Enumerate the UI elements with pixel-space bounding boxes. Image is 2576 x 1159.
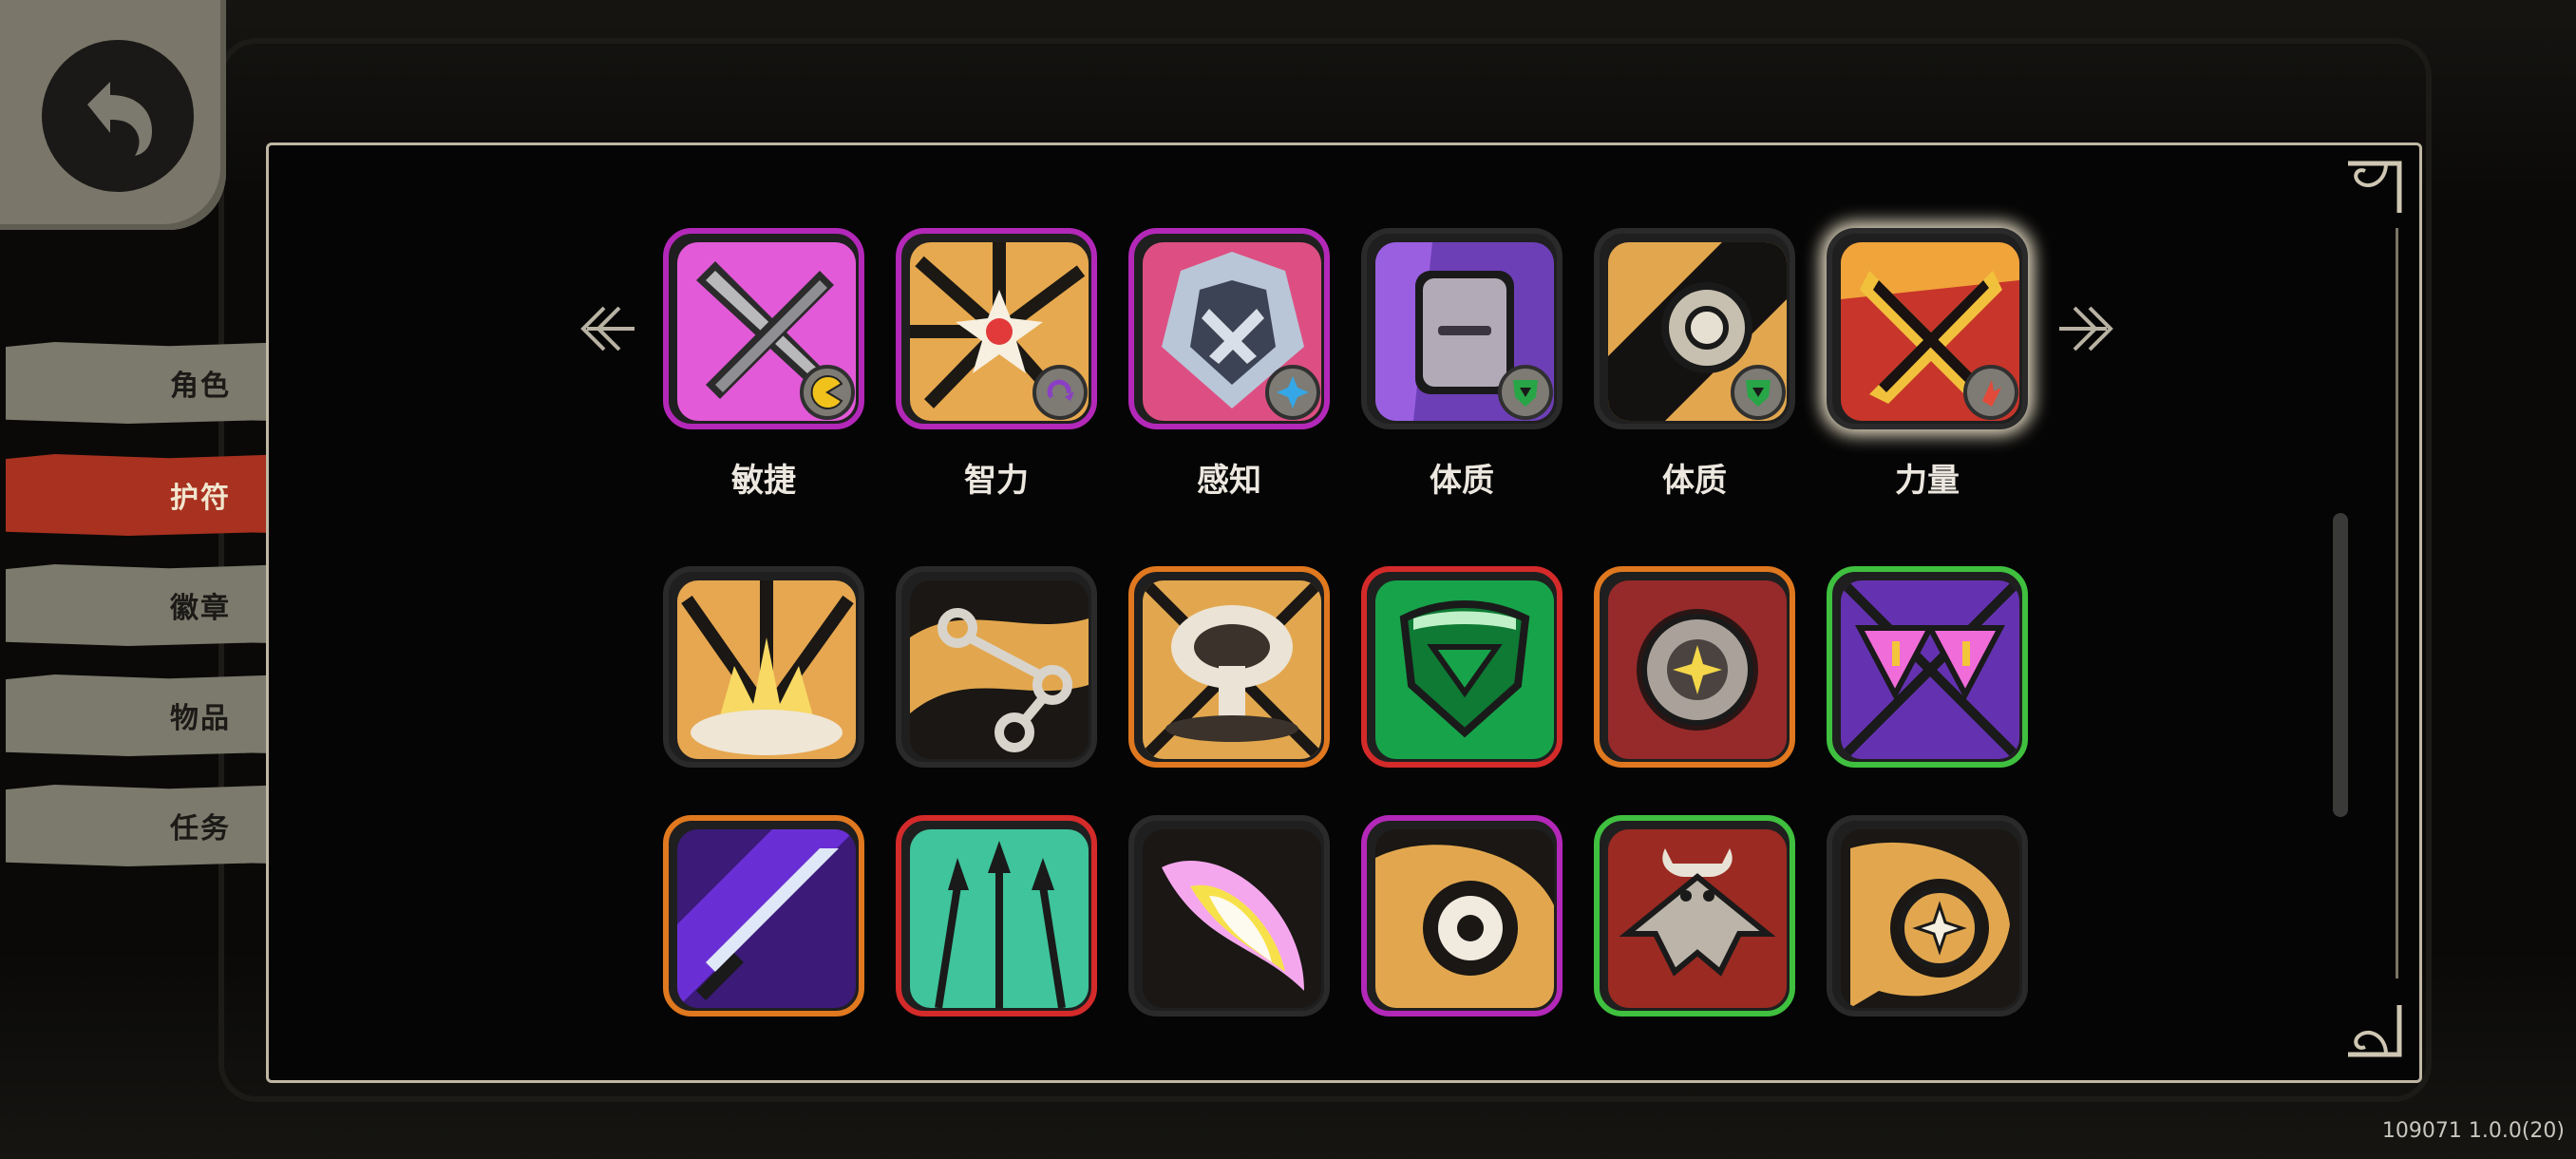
charm-slot[interactable] bbox=[896, 815, 1097, 1016]
charm-label: 力量 bbox=[1895, 462, 1960, 500]
spear-volley-icon bbox=[910, 829, 1089, 1008]
tab-label: 护符 bbox=[170, 482, 231, 515]
star-vortex-icon bbox=[1841, 829, 2019, 1008]
star-badge-icon bbox=[1265, 365, 1320, 420]
charm-constitution[interactable] bbox=[1361, 228, 1563, 429]
chain-link-icon bbox=[910, 580, 1089, 759]
scrollbar[interactable] bbox=[2333, 513, 2348, 817]
charm-slot[interactable] bbox=[1594, 566, 1795, 768]
shield-badge-icon bbox=[1498, 365, 1553, 420]
corner-ornament bbox=[2348, 161, 2402, 213]
corner-ornament bbox=[2348, 1005, 2402, 1057]
charm-label: 体质 bbox=[1430, 462, 1494, 500]
version-label: 109071 1.0.0(20) bbox=[2381, 1119, 2565, 1143]
charm-slot[interactable] bbox=[1827, 566, 2028, 768]
charm-slot[interactable] bbox=[1594, 815, 1795, 1016]
tab-label: 物品 bbox=[170, 702, 231, 735]
back-button[interactable] bbox=[0, 0, 226, 230]
charm-constitution-2[interactable] bbox=[1594, 228, 1795, 429]
back-arrow-icon bbox=[42, 40, 194, 192]
charm-slot[interactable] bbox=[1128, 566, 1330, 768]
charm-label: 智力 bbox=[964, 462, 1029, 500]
tab-label: 徽章 bbox=[170, 592, 231, 625]
divider bbox=[2396, 228, 2398, 978]
triangle-warning-icon bbox=[1841, 580, 2019, 759]
swirl-badge-icon bbox=[1032, 365, 1088, 420]
charm-strength[interactable] bbox=[1827, 228, 2028, 429]
charm-label: 敏捷 bbox=[731, 462, 796, 500]
shield-badge-icon bbox=[1731, 365, 1786, 420]
charm-slot[interactable] bbox=[663, 815, 864, 1016]
charm-label: 体质 bbox=[1662, 462, 1727, 500]
glowing-eye-icon bbox=[1143, 829, 1321, 1008]
charm-slot[interactable] bbox=[896, 566, 1097, 768]
charm-slot[interactable] bbox=[1128, 815, 1330, 1016]
charm-perception[interactable] bbox=[1128, 228, 1330, 429]
charm-slot[interactable] bbox=[1361, 566, 1563, 768]
charm-intelligence[interactable] bbox=[896, 228, 1097, 429]
charm-slot[interactable] bbox=[1361, 815, 1563, 1016]
charm-label: 感知 bbox=[1197, 462, 1261, 500]
pacman-badge-icon bbox=[800, 365, 855, 420]
next-page-arrow-icon[interactable] bbox=[2059, 302, 2145, 355]
green-shield-icon bbox=[1375, 580, 1554, 759]
ground-blast-icon bbox=[677, 580, 856, 759]
vortex-eye-icon bbox=[1375, 829, 1554, 1008]
tab-label: 角色 bbox=[170, 370, 231, 403]
fist-badge-icon bbox=[1963, 365, 2018, 420]
mushroom-cloud-icon bbox=[1143, 580, 1321, 759]
crystal-blade-icon bbox=[677, 829, 856, 1008]
sun-disk-icon bbox=[1608, 580, 1787, 759]
charm-slot[interactable] bbox=[663, 566, 864, 768]
prev-page-arrow-icon[interactable] bbox=[549, 302, 635, 355]
horned-demon-icon bbox=[1608, 829, 1787, 1008]
charm-slot[interactable] bbox=[1827, 815, 2028, 1016]
charm-agility[interactable] bbox=[663, 228, 864, 429]
tab-label: 任务 bbox=[170, 812, 231, 846]
charm-panel bbox=[266, 142, 2422, 1083]
